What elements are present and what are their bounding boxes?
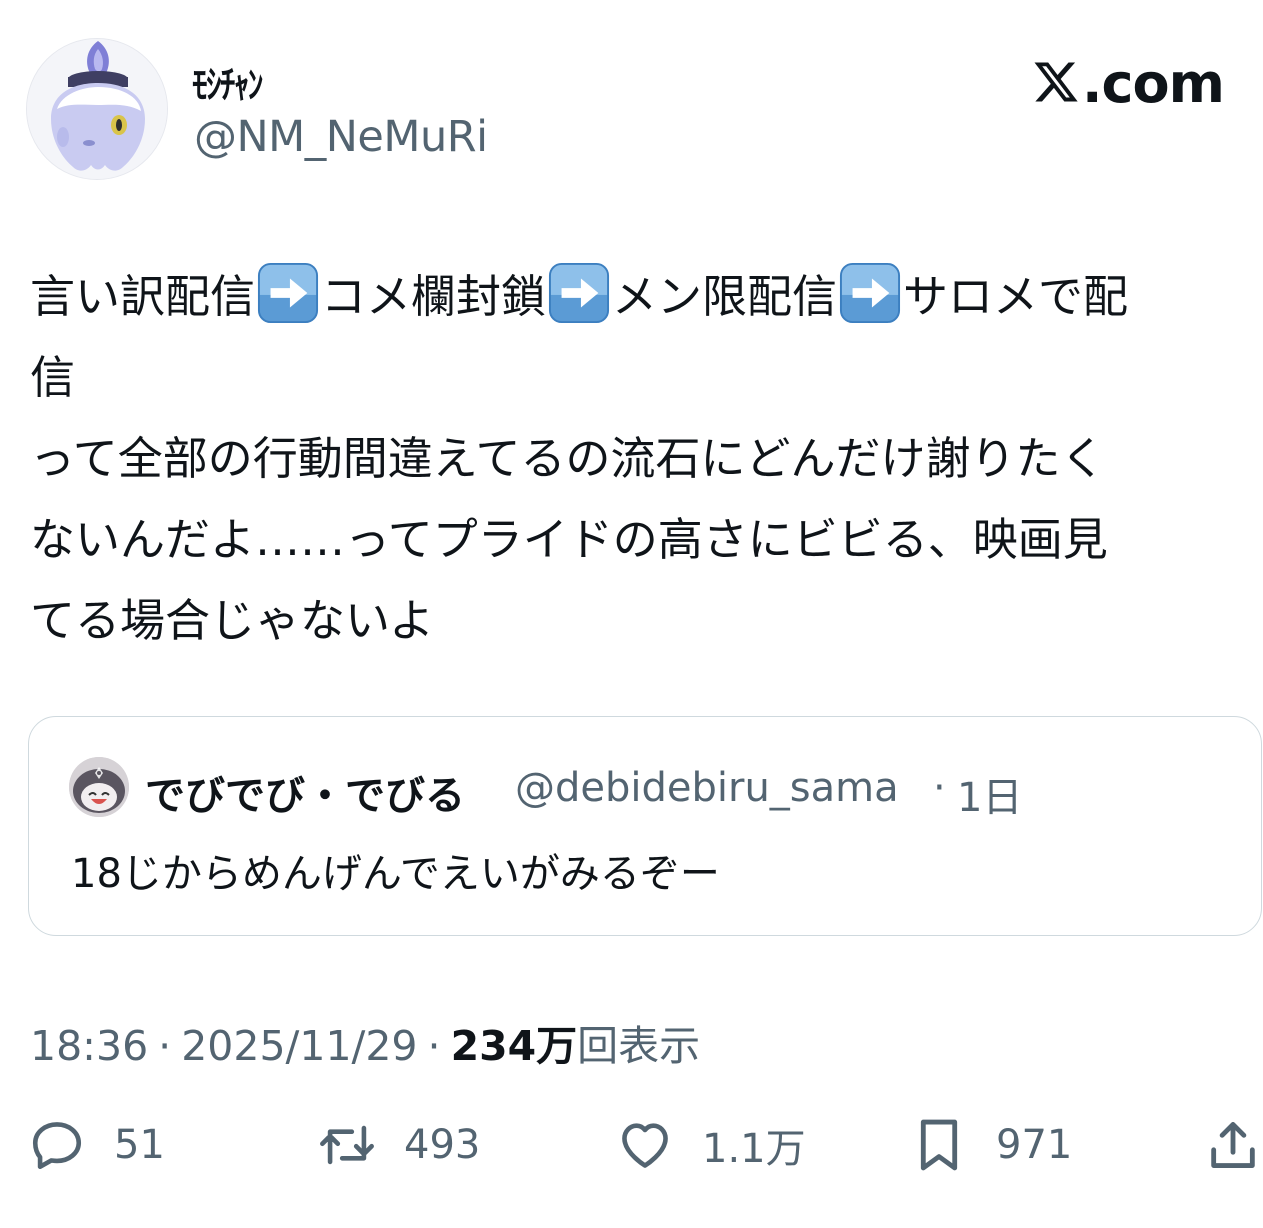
reply-icon [32, 1122, 82, 1170]
x-logo-text: .com [1082, 52, 1225, 115]
action-bar: 51 493 1.1万 971 [0, 1100, 1263, 1190]
tweet-meta: 18:36 · 2025/11/29 · 234万 回表示 [30, 1012, 700, 1072]
reply-count: 51 [114, 1122, 165, 1168]
meta-separator: · [158, 1022, 172, 1070]
tweet-line-1: 言い訳配信 コメ欄封鎖 メン限配信 サロメで配 [30, 256, 1255, 337]
quoted-author-display-name[interactable]: でびでび・でびる [145, 763, 465, 821]
tweet-segment: サロメで配 [903, 270, 1129, 323]
author-avatar[interactable] [26, 38, 168, 180]
tweet-line-3: って全部の行動間違えてるの流石にどんだけ謝りたく [30, 432, 1106, 485]
x-com-logo: .com [1032, 52, 1225, 115]
repost-button[interactable]: 493 [318, 1100, 480, 1190]
tweet-segment: コメ欄封鎖 [321, 270, 547, 323]
views-count: 234万 [450, 1022, 578, 1070]
like-button[interactable]: 1.1万 [616, 1100, 806, 1190]
right-arrow-emoji-icon [548, 262, 610, 324]
views-label: 回表示 [577, 1022, 701, 1070]
heart-icon [622, 1123, 668, 1168]
tweet-segment: 言い訳配信 [30, 270, 256, 323]
quoted-author-avatar[interactable] [69, 757, 129, 817]
tweet-segment: メン限配信 [612, 270, 838, 323]
repost-count: 493 [404, 1122, 481, 1168]
like-count: 1.1万 [702, 1126, 806, 1172]
right-arrow-emoji-icon [257, 262, 319, 324]
character-avatar-icon [69, 757, 129, 817]
bookmark-button[interactable]: 971 [910, 1100, 1072, 1190]
repost-icon [320, 1125, 374, 1165]
tweet-time[interactable]: 18:36 [30, 1022, 148, 1070]
right-arrow-emoji-icon [839, 262, 901, 324]
x-logo-icon [1034, 62, 1078, 102]
tweet-line-2: 信 [30, 351, 76, 404]
quoted-timestamp[interactable]: 1日 [957, 765, 1022, 823]
tweet-screenshot: ﾓｼﾁｬﾝ @NM_NeMuRi .com 言い訳配信 コメ欄封鎖 メン限配信 サロメ… [0, 0, 1263, 1228]
bookmark-icon [920, 1119, 958, 1171]
quoted-author-handle[interactable]: @debidebiru_sama [515, 765, 899, 811]
reply-button[interactable]: 51 [28, 1100, 165, 1190]
author-handle[interactable]: @NM_NeMuRi [194, 112, 488, 162]
share-icon [1211, 1122, 1255, 1168]
share-button[interactable] [1204, 1100, 1262, 1190]
tweet-date[interactable]: 2025/11/29 [181, 1022, 417, 1070]
ghost-character-icon [27, 39, 167, 179]
author-display-name[interactable]: ﾓｼﾁｬﾝ [192, 54, 263, 109]
tweet-text: 言い訳配信 コメ欄封鎖 メン限配信 サロメで配 信 って全部の行動間違えてるの流石にど… [30, 256, 1255, 661]
quoted-tweet-text: 18じからめんげんでえいがみるぞー [71, 851, 720, 897]
quoted-separator: · [933, 765, 946, 811]
tweet-line-4: ないんだよ……ってプライドの高さにビビる、映画見 [30, 513, 1108, 566]
meta-separator: · [427, 1022, 441, 1070]
bookmark-count: 971 [996, 1122, 1073, 1168]
quoted-tweet-card[interactable]: でびでび・でびる @debidebiru_sama · 1日 18じからめんげん… [28, 716, 1262, 936]
tweet-line-5: てる場合じゃないよ [30, 594, 435, 647]
